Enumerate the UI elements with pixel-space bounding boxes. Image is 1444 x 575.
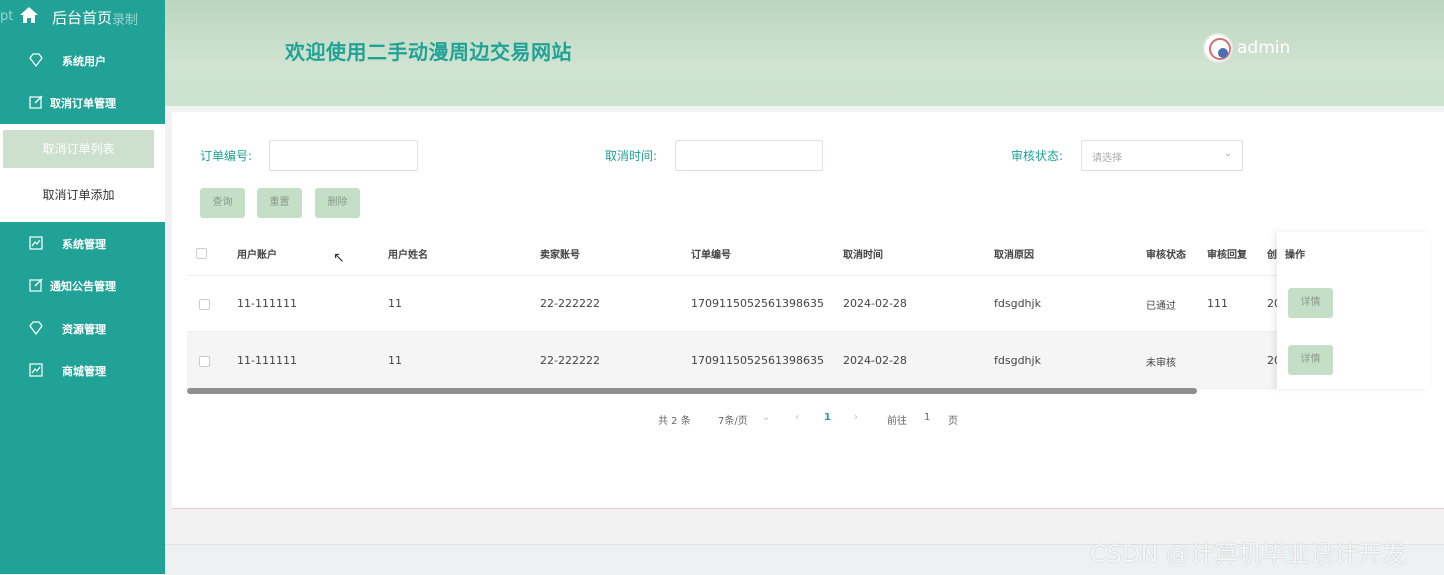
- cell-user-name: 11: [388, 354, 402, 367]
- detail-button[interactable]: 详情: [1288, 288, 1333, 318]
- column-header: 创: [1267, 250, 1277, 261]
- pagination-total: 共 2 条: [658, 416, 691, 427]
- cell-order-no: 1709115052561398635: [691, 297, 824, 310]
- row-checkbox[interactable]: [199, 299, 210, 310]
- status-select[interactable]: 请选择 ⌄: [1081, 140, 1243, 171]
- column-header: 审核回复: [1207, 250, 1247, 261]
- submenu-item-cancel-order-list[interactable]: 取消订单列表: [3, 130, 154, 168]
- mouse-cursor-icon: ↖: [333, 250, 345, 266]
- column-header: 用户账户: [237, 250, 277, 261]
- sidebar-item-cancel-orders[interactable]: 取消订单管理: [0, 82, 165, 122]
- sidebar-home[interactable]: pt 后台首页 录制: [0, 0, 165, 32]
- cell-user-account: 11-111111: [237, 297, 297, 310]
- column-header-actions: 操作: [1285, 250, 1305, 261]
- table-row[interactable]: 11-111111 11 22-222222 17091150525613986…: [187, 332, 1430, 389]
- cell-review-reply: 111: [1207, 297, 1228, 310]
- order-no-label: 订单编号:: [200, 149, 253, 163]
- column-header: 用户姓名: [388, 250, 428, 261]
- status-label: 审核状态:: [1011, 149, 1064, 163]
- cell-user-account: 11-111111: [237, 354, 297, 367]
- column-header: 审核状态: [1146, 250, 1186, 261]
- column-header: 卖家账号: [540, 250, 580, 261]
- sidebar-home-label[interactable]: 后台首页: [52, 7, 112, 28]
- page-size-select[interactable]: 7条/页: [718, 412, 748, 427]
- column-header: 取消原因: [994, 250, 1034, 261]
- main-panel: 订单编号: 取消时间: 审核状态: 请选择 ⌄ 查询 重置 删除 用户账户 用户…: [172, 112, 1444, 509]
- select-all-checkbox[interactable]: [196, 248, 207, 259]
- recording-overlay-text-2: 录制: [112, 13, 139, 28]
- cell-review-status: 未审核: [1146, 358, 1176, 369]
- page-suffix: 页: [948, 416, 958, 427]
- watermark: CSDN @计算机毕业设计开发: [1090, 540, 1407, 568]
- reset-button[interactable]: 重置: [257, 188, 302, 218]
- cell-seller-account: 22-222222: [540, 297, 600, 310]
- sidebar-item-resources[interactable]: 资源管理: [0, 308, 165, 348]
- cell-seller-account: 22-222222: [540, 354, 600, 367]
- goto-label: 前往: [887, 416, 907, 427]
- sidebar-item-system-management[interactable]: 系统管理: [0, 223, 165, 263]
- username[interactable]: admin: [1237, 38, 1290, 58]
- row-checkbox[interactable]: [199, 356, 210, 367]
- cancel-time-input[interactable]: [675, 140, 823, 171]
- detail-button[interactable]: 详情: [1288, 345, 1333, 375]
- cell-order-no: 1709115052561398635: [691, 354, 824, 367]
- sidebar: pt 后台首页 录制 系统用户 取消订单管理 取消订单列表 取消订单添加 系统管…: [0, 0, 165, 574]
- site-title: 欢迎使用二手动漫周边交易网站: [285, 40, 572, 64]
- cell-cancel-time: 2024-02-28: [843, 354, 907, 367]
- sidebar-item-system-users[interactable]: 系统用户: [0, 40, 165, 80]
- next-page-icon[interactable]: ›: [854, 412, 858, 423]
- submenu-item-cancel-order-add[interactable]: 取消订单添加: [3, 176, 154, 214]
- goto-input[interactable]: 1: [924, 412, 930, 423]
- prev-page-icon[interactable]: ‹: [795, 412, 799, 423]
- avatar-dot: [1218, 48, 1228, 58]
- page-number-current[interactable]: 1: [824, 412, 831, 423]
- avatar[interactable]: [1203, 33, 1233, 63]
- delete-button[interactable]: 删除: [315, 188, 360, 218]
- horizontal-scrollbar[interactable]: [187, 388, 1197, 394]
- table-header: 用户账户 用户姓名 卖家账号 订单编号 取消时间 取消原因 审核状态 审核回复 …: [187, 232, 1430, 276]
- cell-user-name: 11: [388, 297, 402, 310]
- sidebar-item-mall[interactable]: 商城管理: [0, 350, 165, 390]
- table-row[interactable]: 11-111111 11 22-222222 17091150525613986…: [187, 275, 1430, 332]
- cancel-time-label: 取消时间:: [605, 149, 658, 163]
- current-page[interactable]: 1: [824, 412, 831, 423]
- home-icon: [20, 7, 38, 23]
- cell-cancel-time: 2024-02-28: [843, 297, 907, 310]
- query-button[interactable]: 查询: [200, 188, 245, 218]
- sidebar-item-notices[interactable]: 通知公告管理: [0, 265, 165, 305]
- chevron-down-icon: ⌄: [1223, 148, 1232, 159]
- column-header: 取消时间: [843, 250, 883, 261]
- column-header: 订单编号: [691, 250, 731, 261]
- header: 欢迎使用二手动漫周边交易网站 admin: [165, 0, 1444, 106]
- status-select-placeholder: 请选择: [1092, 153, 1122, 164]
- cell-cancel-reason: fdsgdhjk: [994, 297, 1041, 310]
- cell-cancel-reason: fdsgdhjk: [994, 354, 1041, 367]
- recording-overlay-text: pt: [0, 9, 14, 24]
- actions-column: 操作 详情 详情: [1277, 232, 1430, 389]
- chevron-down-icon: ⌄: [762, 412, 771, 423]
- cell-review-status: 已通过: [1146, 301, 1176, 312]
- order-no-input[interactable]: [269, 140, 418, 171]
